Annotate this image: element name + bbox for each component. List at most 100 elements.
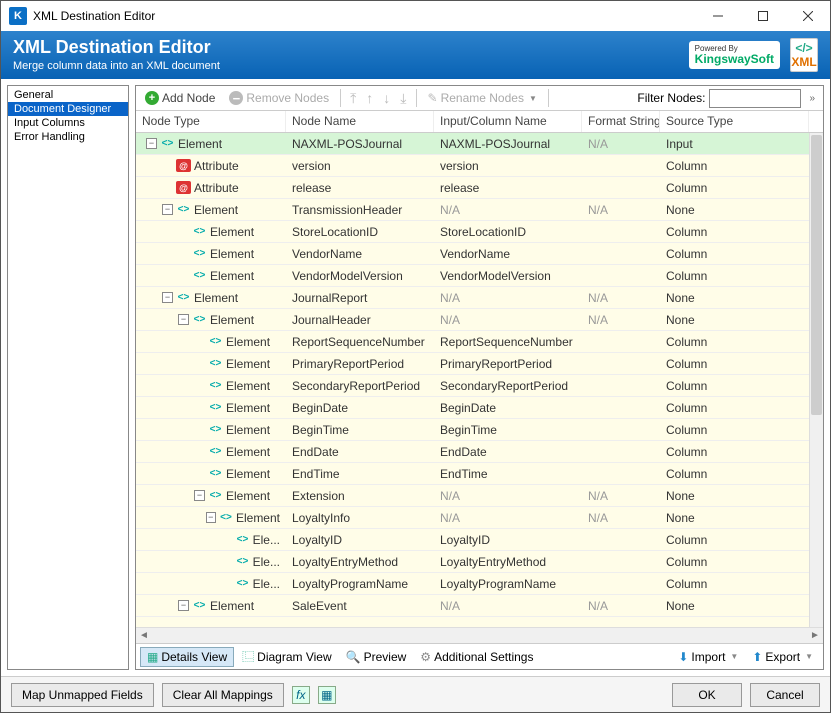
format-string-cell[interactable]: N/A	[582, 313, 660, 327]
source-type-cell[interactable]: Column	[660, 181, 809, 195]
move-down-icon[interactable]: ↓	[380, 90, 393, 106]
input-column-cell[interactable]: PrimaryReportPeriod	[434, 357, 582, 371]
col-node-name[interactable]: Node Name	[286, 111, 434, 132]
source-type-cell[interactable]: None	[660, 511, 809, 525]
node-name-cell[interactable]: ReportSequenceNumber	[286, 335, 434, 349]
input-column-cell[interactable]: StoreLocationID	[434, 225, 582, 239]
input-column-cell[interactable]: BeginDate	[434, 401, 582, 415]
input-column-cell[interactable]: EndDate	[434, 445, 582, 459]
node-name-cell[interactable]: VendorName	[286, 247, 434, 261]
input-column-cell[interactable]: VendorName	[434, 247, 582, 261]
input-column-cell[interactable]: LoyaltyProgramName	[434, 577, 582, 591]
input-column-cell[interactable]: LoyaltyID	[434, 533, 582, 547]
horizontal-scrollbar[interactable]: ◄ ►	[136, 627, 823, 643]
input-column-cell[interactable]: ReportSequenceNumber	[434, 335, 582, 349]
cancel-button[interactable]: Cancel	[750, 683, 820, 707]
filter-input[interactable]	[709, 89, 801, 108]
table-row[interactable]: −<>ElementNAXML-POSJournalNAXML-POSJourn…	[136, 133, 823, 155]
format-string-cell[interactable]: N/A	[582, 137, 660, 151]
move-bottom-icon[interactable]: ⤓	[397, 90, 409, 107]
collapse-icon[interactable]: −	[206, 512, 216, 523]
source-type-cell[interactable]: Column	[660, 335, 809, 349]
node-name-cell[interactable]: LoyaltyEntryMethod	[286, 555, 434, 569]
export-button[interactable]: ⬆ Export ▼	[746, 648, 819, 666]
input-column-cell[interactable]: LoyaltyEntryMethod	[434, 555, 582, 569]
node-name-cell[interactable]: JournalReport	[286, 291, 434, 305]
minimize-button[interactable]	[695, 1, 740, 31]
node-name-cell[interactable]: LoyaltyID	[286, 533, 434, 547]
scroll-left-icon[interactable]: ◄	[136, 630, 152, 641]
collapse-icon[interactable]: −	[178, 314, 189, 325]
source-type-cell[interactable]: Column	[660, 357, 809, 371]
collapse-icon[interactable]: −	[194, 490, 205, 501]
table-row[interactable]: <>ElementStoreLocationIDStoreLocationIDC…	[136, 221, 823, 243]
node-name-cell[interactable]: SaleEvent	[286, 599, 434, 613]
input-column-cell[interactable]: N/A	[434, 599, 582, 613]
table-row[interactable]: <>ElementSecondaryReportPeriodSecondaryR…	[136, 375, 823, 397]
input-column-cell[interactable]: BeginTime	[434, 423, 582, 437]
collapse-icon[interactable]: −	[178, 600, 189, 611]
node-name-cell[interactable]: StoreLocationID	[286, 225, 434, 239]
input-column-cell[interactable]: NAXML-POSJournal	[434, 137, 582, 151]
table-row[interactable]: <>Ele...LoyaltyProgramNameLoyaltyProgram…	[136, 573, 823, 595]
close-button[interactable]	[785, 1, 830, 31]
format-string-cell[interactable]: N/A	[582, 291, 660, 305]
input-column-cell[interactable]: N/A	[434, 203, 582, 217]
node-name-cell[interactable]: PrimaryReportPeriod	[286, 357, 434, 371]
source-type-cell[interactable]: Column	[660, 269, 809, 283]
ok-button[interactable]: OK	[672, 683, 742, 707]
node-name-cell[interactable]: release	[286, 181, 434, 195]
col-node-type[interactable]: Node Type	[136, 111, 286, 132]
table-row[interactable]: <>ElementVendorModelVersionVendorModelVe…	[136, 265, 823, 287]
maximize-button[interactable]	[740, 1, 785, 31]
node-name-cell[interactable]: BeginTime	[286, 423, 434, 437]
input-column-cell[interactable]: N/A	[434, 291, 582, 305]
input-column-cell[interactable]: version	[434, 159, 582, 173]
table-row[interactable]: <>ElementEndDateEndDateColumn	[136, 441, 823, 463]
table-row[interactable]: −<>ElementLoyaltyInfoN/AN/ANone	[136, 507, 823, 529]
source-type-cell[interactable]: Column	[660, 379, 809, 393]
tab-details-view[interactable]: ▦ Details View	[140, 647, 234, 667]
collapse-icon[interactable]: −	[146, 138, 157, 149]
rename-nodes-button[interactable]: ✎ Rename Nodes ▼	[423, 89, 542, 107]
source-type-cell[interactable]: Column	[660, 555, 809, 569]
input-column-cell[interactable]: VendorModelVersion	[434, 269, 582, 283]
table-row[interactable]: <>ElementPrimaryReportPeriodPrimaryRepor…	[136, 353, 823, 375]
source-type-cell[interactable]: Column	[660, 533, 809, 547]
add-node-button[interactable]: + Add Node	[140, 89, 220, 107]
table-row[interactable]: −<>ElementSaleEventN/AN/ANone	[136, 595, 823, 617]
table-row[interactable]: <>Ele...LoyaltyIDLoyaltyIDColumn	[136, 529, 823, 551]
scroll-right-icon[interactable]: ►	[807, 630, 823, 641]
source-type-cell[interactable]: Column	[660, 445, 809, 459]
table-row[interactable]: −<>ElementJournalReportN/AN/ANone	[136, 287, 823, 309]
source-type-cell[interactable]: Column	[660, 577, 809, 591]
input-column-cell[interactable]: N/A	[434, 489, 582, 503]
move-up-icon[interactable]: ↑	[363, 90, 376, 106]
source-type-cell[interactable]: None	[660, 599, 809, 613]
scrollbar-thumb[interactable]	[811, 135, 822, 415]
clear-mappings-button[interactable]: Clear All Mappings	[162, 683, 284, 707]
source-type-cell[interactable]: None	[660, 203, 809, 217]
source-type-cell[interactable]: Column	[660, 247, 809, 261]
input-column-cell[interactable]: EndTime	[434, 467, 582, 481]
format-string-cell[interactable]: N/A	[582, 203, 660, 217]
collapse-icon[interactable]: −	[162, 204, 173, 215]
sidebar-item-general[interactable]: General	[8, 88, 128, 102]
tab-preview[interactable]: 🔍 Preview	[340, 648, 413, 666]
source-type-cell[interactable]: Input	[660, 137, 809, 151]
node-name-cell[interactable]: BeginDate	[286, 401, 434, 415]
table-row[interactable]: @AttributereleasereleaseColumn	[136, 177, 823, 199]
col-input-name[interactable]: Input/Column Name	[434, 111, 582, 132]
tab-diagram-view[interactable]: ⿺ Diagram View	[236, 646, 338, 667]
expand-toolbar-icon[interactable]: »	[805, 93, 819, 104]
format-string-cell[interactable]: N/A	[582, 599, 660, 613]
sidebar-item-error-handling[interactable]: Error Handling	[8, 130, 128, 144]
node-name-cell[interactable]: SecondaryReportPeriod	[286, 379, 434, 393]
remove-nodes-button[interactable]: − Remove Nodes	[224, 89, 334, 107]
sidebar-item-input-columns[interactable]: Input Columns	[8, 116, 128, 130]
source-type-cell[interactable]: None	[660, 291, 809, 305]
node-name-cell[interactable]: EndTime	[286, 467, 434, 481]
node-name-cell[interactable]: TransmissionHeader	[286, 203, 434, 217]
table-row[interactable]: <>ElementBeginDateBeginDateColumn	[136, 397, 823, 419]
move-top-icon[interactable]: ⤒	[347, 90, 359, 107]
